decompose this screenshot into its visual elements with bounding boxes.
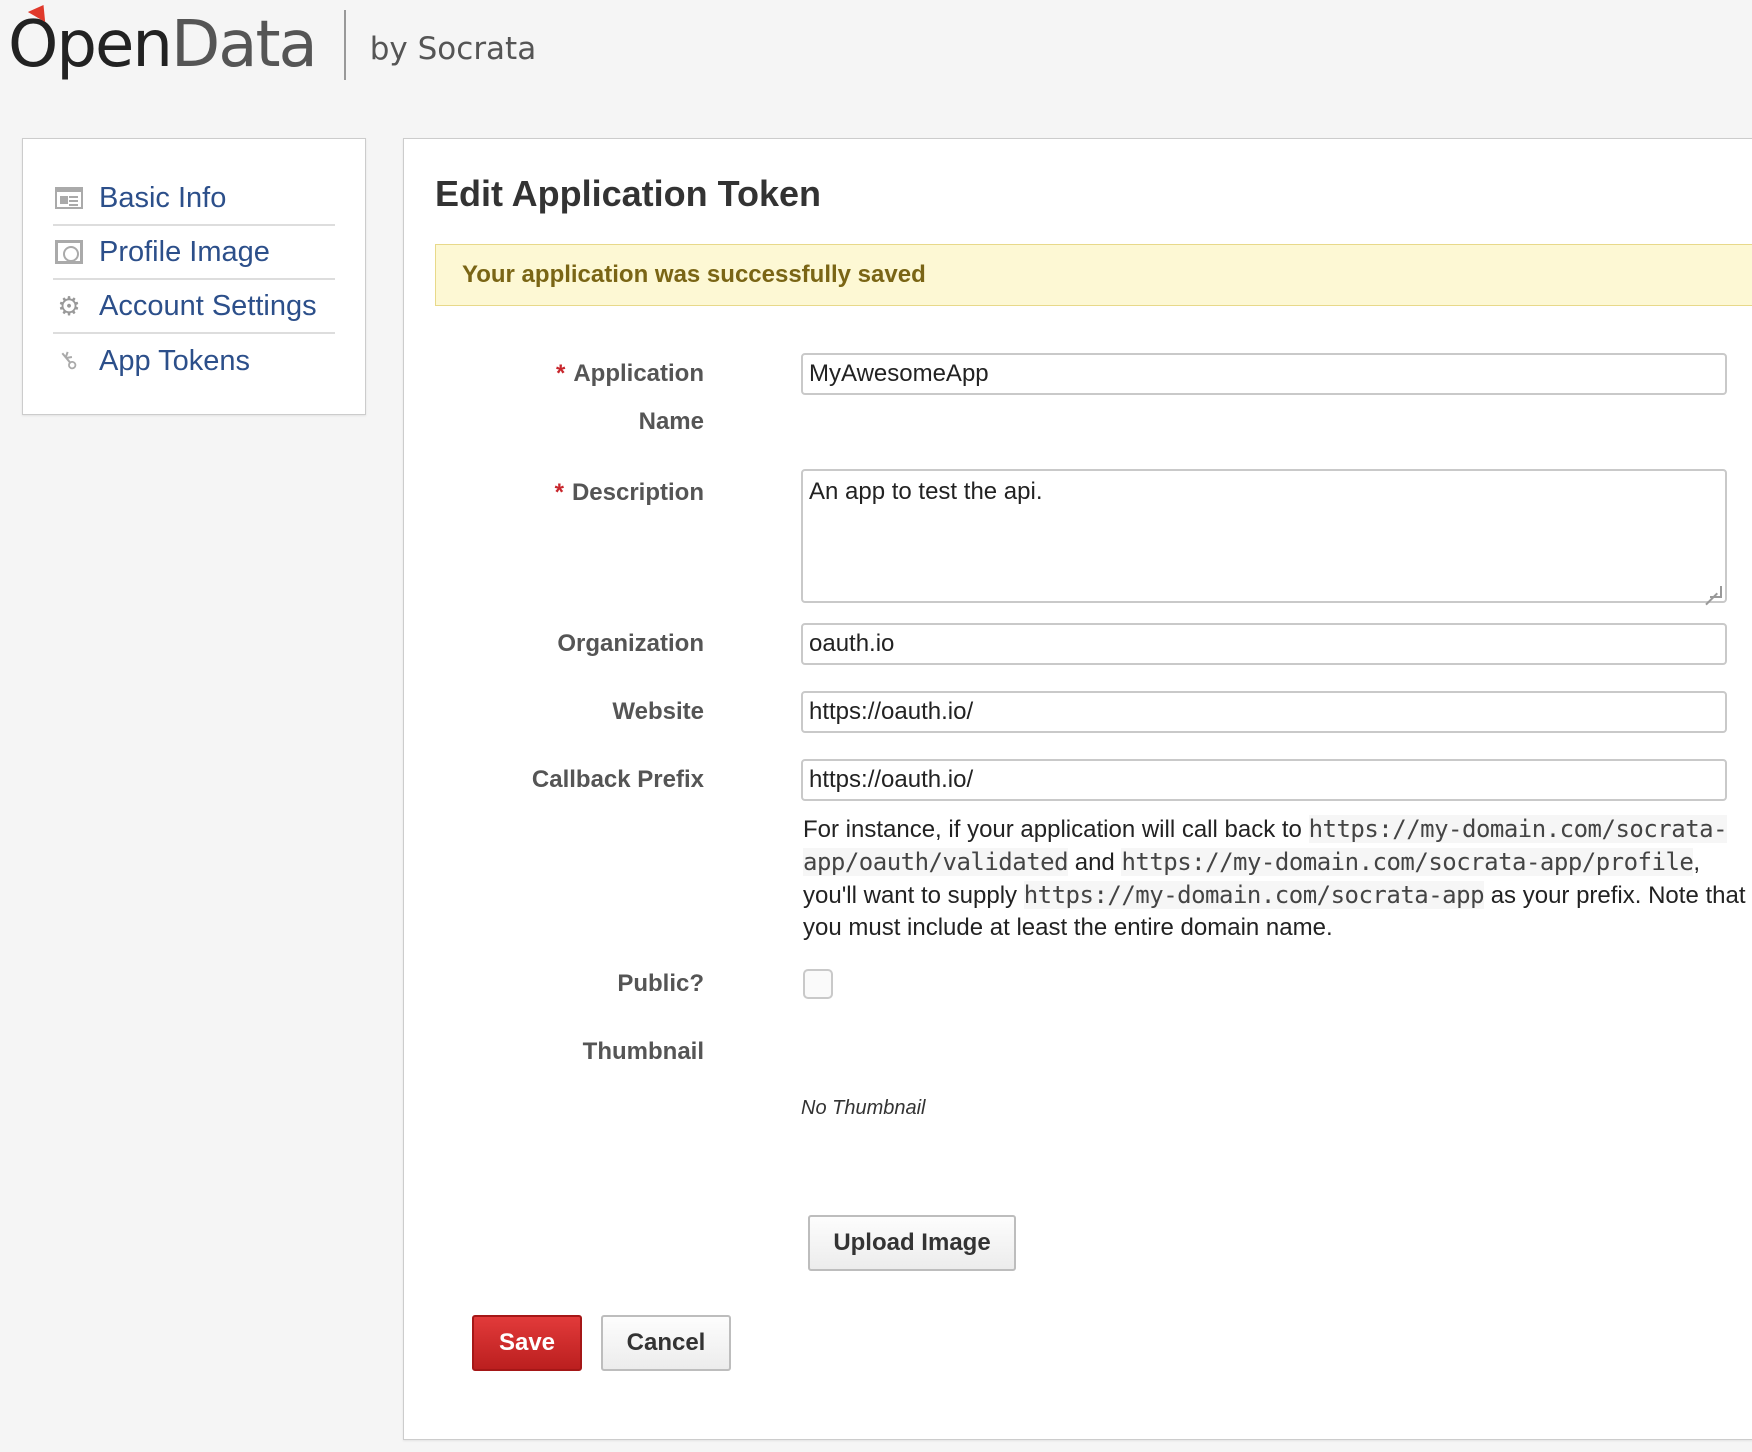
sidebar-item-app-tokens[interactable]: ⚷ App Tokens: [53, 334, 335, 388]
callback-prefix-input[interactable]: https://oauth.io/: [801, 759, 1727, 801]
callback-prefix-help: For instance, if your application will c…: [803, 815, 1746, 941]
description-label: * Description: [554, 479, 704, 506]
id-card-icon: [55, 185, 83, 211]
public-checkbox[interactable]: [803, 969, 833, 999]
sidebar-item-profile-image[interactable]: Profile Image: [53, 226, 335, 280]
no-thumbnail-text: No Thumbnail: [801, 1097, 926, 1119]
logo-data-text: Data: [170, 8, 318, 82]
app-name-label: * Application Name: [555, 360, 704, 435]
profile-sidebar: Basic Info Profile Image ⚙ Account Setti…: [22, 138, 366, 415]
gear-icon: ⚙: [57, 291, 81, 321]
sidebar-item-account-settings[interactable]: ⚙ Account Settings: [53, 280, 335, 334]
sidebar-item-label[interactable]: Basic Info: [99, 182, 226, 215]
cancel-button[interactable]: Cancel: [601, 1315, 731, 1371]
logo-by-socrata: by Socrata: [369, 31, 537, 67]
resize-grip-icon[interactable]: [1710, 586, 1722, 598]
upload-image-button[interactable]: Upload Image: [808, 1215, 1016, 1271]
organization-label: Organization: [557, 630, 704, 657]
website-input[interactable]: https://oauth.io/: [801, 691, 1727, 733]
app-name-input[interactable]: MyAwesomeApp: [801, 353, 1727, 395]
opendata-logo[interactable]: Open Data by Socrata: [8, 0, 536, 90]
thumbnail-label: Thumbnail: [582, 1038, 704, 1065]
key-icon: ⚷: [53, 344, 85, 377]
description-value: An app to test the api.: [809, 478, 1043, 505]
organization-input[interactable]: oauth.io: [801, 623, 1727, 665]
description-textarea[interactable]: An app to test the api.: [801, 469, 1727, 603]
picture-icon: [55, 239, 83, 265]
website-label: Website: [612, 698, 704, 725]
sidebar-item-basic-info[interactable]: Basic Info: [53, 172, 335, 226]
sidebar-item-label[interactable]: Profile Image: [99, 236, 270, 269]
page-title: Edit Application Token: [435, 173, 821, 214]
edit-token-panel: Edit Application Token Your application …: [403, 138, 1752, 1440]
save-button[interactable]: Save: [472, 1315, 582, 1371]
code-example-prefix: https://my-domain.com/socrata-app: [1023, 881, 1485, 909]
code-example-profile: https://my-domain.com/socrata-app/profil…: [1121, 848, 1694, 876]
sidebar-item-label[interactable]: Account Settings: [99, 290, 317, 323]
public-label: Public?: [617, 970, 704, 997]
required-marker: *: [555, 360, 566, 387]
callback-prefix-label: Callback Prefix: [531, 766, 704, 793]
logo-divider: [343, 10, 346, 80]
logo-open-text: Open: [8, 8, 173, 82]
success-alert: Your application was successfully saved: [435, 244, 1752, 306]
sidebar-item-label[interactable]: App Tokens: [99, 345, 250, 378]
required-marker: *: [554, 479, 564, 506]
